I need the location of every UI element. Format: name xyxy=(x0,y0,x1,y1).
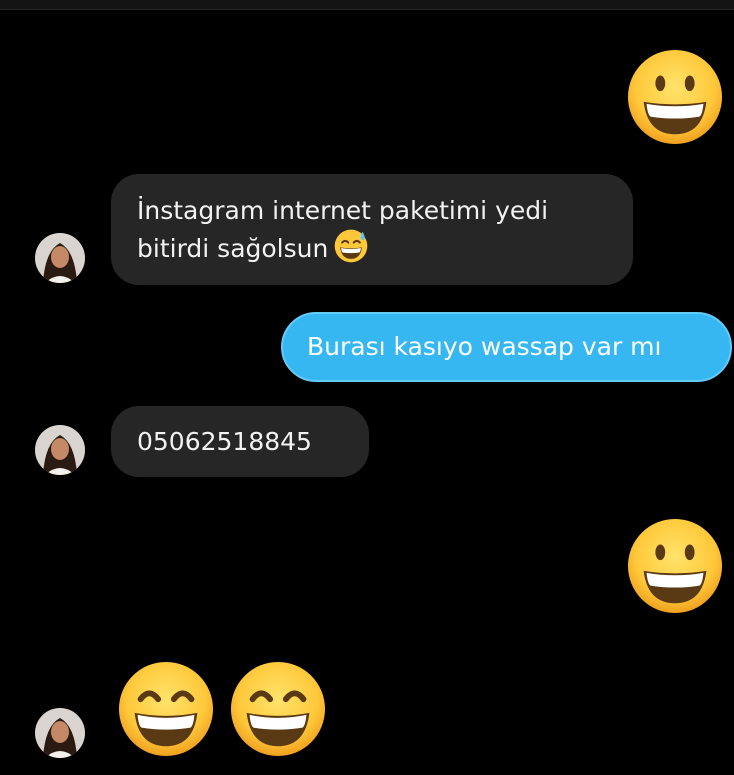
message-text-line: İnstagram internet paketimi yedi xyxy=(137,196,549,225)
profile-photo-icon xyxy=(35,425,85,475)
contact-avatar[interactable] xyxy=(35,708,85,758)
message-text-line: bitirdi sağolsun xyxy=(137,229,607,273)
contact-avatar[interactable] xyxy=(35,425,85,475)
grinning-face-icon xyxy=(627,49,723,145)
top-bar xyxy=(0,0,734,10)
message-text: 05062518845 xyxy=(137,427,312,456)
received-smiling-eyes-emoji[interactable] xyxy=(117,660,215,758)
message-text: bitirdi sağolsun xyxy=(137,234,329,263)
profile-photo-icon xyxy=(35,708,85,758)
sent-grinning-emoji[interactable] xyxy=(626,48,724,146)
incoming-message-bubble[interactable]: 05062518845 xyxy=(111,406,369,477)
grinning-sweat-icon xyxy=(335,229,368,263)
contact-avatar[interactable] xyxy=(35,233,85,283)
grinning-smiling-eyes-icon xyxy=(230,661,326,757)
sweat-smile-emoji xyxy=(334,229,368,273)
message-text: Burası kasıyo wassap var mı xyxy=(307,332,662,361)
grinning-face-icon xyxy=(627,518,723,614)
incoming-message-bubble[interactable]: İnstagram internet paketimi yedi bitirdi… xyxy=(111,174,633,285)
outgoing-message-bubble[interactable]: Burası kasıyo wassap var mı xyxy=(281,312,732,382)
chat-screen: İnstagram internet paketimi yedi bitirdi… xyxy=(0,0,734,775)
grinning-smiling-eyes-icon xyxy=(118,661,214,757)
sent-grinning-emoji[interactable] xyxy=(626,517,724,615)
received-smiling-eyes-emoji[interactable] xyxy=(229,660,327,758)
profile-photo-icon xyxy=(35,233,85,283)
